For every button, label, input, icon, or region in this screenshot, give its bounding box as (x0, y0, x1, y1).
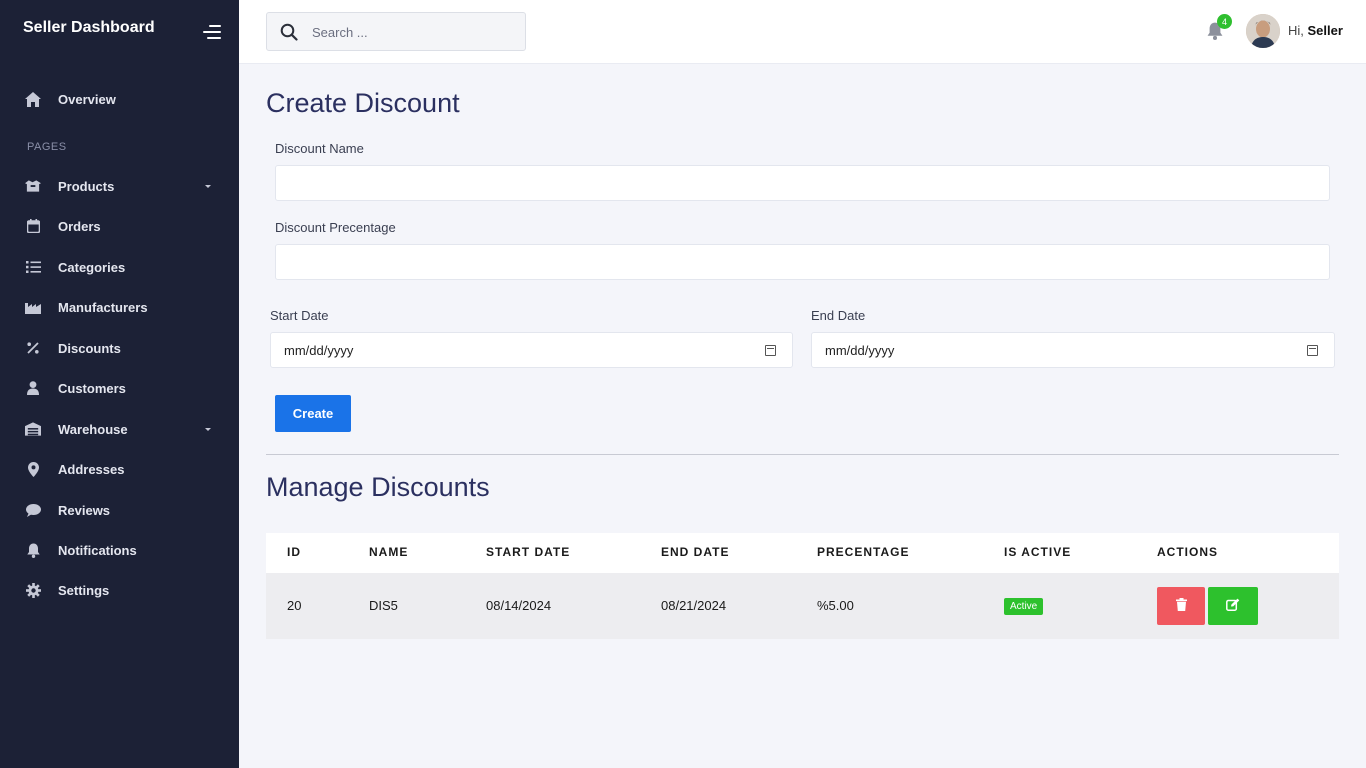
sidebar-item-addresses[interactable]: Addresses (0, 452, 239, 486)
discount-percentage-input[interactable] (275, 244, 1330, 280)
calendar-icon[interactable] (765, 345, 776, 356)
calendar-icon[interactable] (1307, 345, 1318, 356)
start-date-placeholder: mm/dd/yyyy (284, 342, 354, 358)
delete-button[interactable] (1157, 587, 1205, 625)
section-title: Manage Discounts (266, 472, 490, 502)
box-icon (25, 178, 41, 194)
warehouse-icon (25, 421, 41, 437)
home-icon (25, 91, 41, 107)
cell-name: DIS5 (369, 598, 398, 613)
page-title: Create Discount (266, 88, 460, 118)
status-badge: Active (1004, 598, 1044, 615)
start-date-input[interactable]: mm/dd/yyyy (270, 332, 793, 368)
menu-toggle-icon[interactable] (203, 25, 221, 39)
map-pin-icon (25, 461, 41, 477)
create-button[interactable]: Create (275, 395, 351, 432)
chevron-down-icon (205, 184, 211, 188)
sidebar-item-notifications[interactable]: Notifications (0, 533, 239, 567)
sidebar-item-overview[interactable]: Overview (0, 82, 239, 116)
column-header-actions: ACTIONS (1157, 545, 1218, 559)
sidebar-item-warehouse[interactable]: Warehouse (0, 412, 239, 446)
column-header-is-active: IS ACTIVE (1004, 545, 1072, 559)
sidebar-item-customers[interactable]: Customers (0, 371, 239, 405)
cell-id: 20 (287, 598, 302, 613)
cell-start-date: 08/14/2024 (486, 598, 552, 613)
notification-count-badge: 4 (1217, 14, 1232, 29)
user-icon (25, 380, 41, 396)
user-greeting: Hi, Seller (1288, 23, 1343, 38)
chevron-down-icon (205, 427, 211, 431)
percent-icon (25, 340, 41, 356)
search-input[interactable] (312, 21, 512, 43)
discount-name-label: Discount Name (275, 141, 364, 156)
sidebar-item-label: Customers (58, 380, 126, 396)
sidebar-item-label: Products (58, 178, 115, 194)
search-icon (280, 23, 298, 41)
trash-icon (1175, 598, 1187, 614)
gear-icon (25, 582, 41, 598)
section-label-pages: PAGES (27, 141, 67, 153)
bell-icon (25, 542, 41, 558)
discount-percentage-label: Discount Precentage (275, 220, 396, 235)
table-header: ID NAME START DATE END DATE PRECENTAGE I… (266, 533, 1339, 573)
section-divider (266, 454, 1339, 455)
sidebar-item-categories[interactable]: Categories (0, 250, 239, 284)
sidebar-item-discounts[interactable]: Discounts (0, 331, 239, 365)
sidebar-item-label: Addresses (58, 461, 125, 477)
search-box[interactable] (266, 12, 526, 51)
column-header-name: NAME (369, 545, 409, 559)
sidebar: Seller Dashboard Overview PAGES Products… (0, 0, 239, 768)
user-name: Seller (1307, 23, 1343, 38)
edit-button[interactable] (1208, 587, 1258, 625)
sidebar-item-label: Warehouse (58, 421, 128, 437)
discount-name-input[interactable] (275, 165, 1330, 201)
end-date-label: End Date (811, 308, 866, 323)
sidebar-item-manufacturers[interactable]: Manufacturers (0, 290, 239, 324)
sidebar-item-label: Discounts (58, 340, 121, 356)
end-date-input[interactable]: mm/dd/yyyy (811, 332, 1335, 368)
sidebar-item-label: Overview (58, 91, 116, 107)
factory-icon (25, 299, 41, 315)
sidebar-item-settings[interactable]: Settings (0, 573, 239, 607)
edit-icon (1226, 598, 1240, 614)
column-header-percentage: PRECENTAGE (817, 545, 910, 559)
brand-title: Seller Dashboard (23, 19, 155, 36)
start-date-label: Start Date (270, 308, 329, 323)
cell-percentage: %5.00 (817, 598, 854, 613)
cell-end-date: 08/21/2024 (661, 598, 727, 613)
sidebar-item-reviews[interactable]: Reviews (0, 493, 239, 527)
column-header-id: ID (287, 545, 301, 559)
sidebar-item-label: Categories (58, 259, 126, 275)
top-header: 4 Hi, Seller (239, 0, 1366, 64)
table-row: 20 DIS5 08/14/2024 08/21/2024 %5.00 Acti… (266, 573, 1339, 639)
greeting-prefix: Hi, (1288, 23, 1308, 38)
column-header-start-date: START DATE (486, 545, 571, 559)
list-icon (25, 259, 41, 275)
comment-icon (25, 502, 41, 518)
sidebar-item-products[interactable]: Products (0, 169, 239, 203)
end-date-placeholder: mm/dd/yyyy (825, 342, 895, 358)
sidebar-item-label: Notifications (58, 542, 137, 558)
avatar[interactable] (1246, 14, 1280, 48)
sidebar-item-label: Orders (58, 218, 101, 234)
sidebar-item-label: Settings (58, 582, 110, 598)
sidebar-item-orders[interactable]: Orders (0, 209, 239, 243)
column-header-end-date: END DATE (661, 545, 730, 559)
sidebar-item-label: Manufacturers (58, 299, 148, 315)
calendar-icon (25, 218, 41, 234)
sidebar-item-label: Reviews (58, 502, 111, 518)
